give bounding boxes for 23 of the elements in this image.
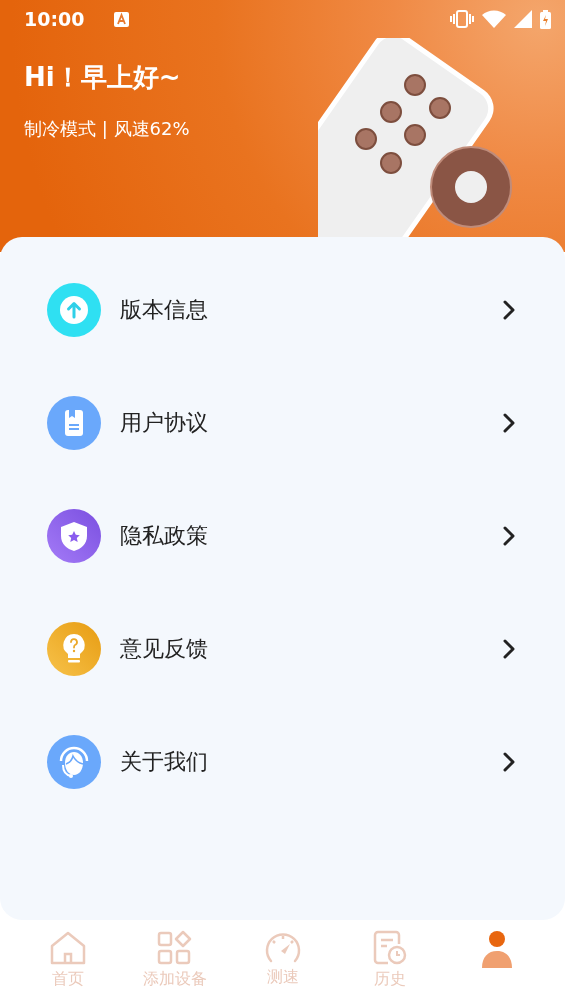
upload-icon xyxy=(47,282,101,337)
signal-icon xyxy=(514,10,532,28)
menu-item-label[interactable]: 意见反馈 xyxy=(120,633,208,664)
menu-item-label[interactable]: 用户协议 xyxy=(120,407,208,438)
chevron-icon xyxy=(503,751,515,772)
chevron-icon xyxy=(503,525,515,546)
menu-item-label[interactable]: 隐私政策 xyxy=(120,520,208,551)
headset-icon xyxy=(47,734,101,789)
lightbulb-icon xyxy=(47,621,101,676)
battery-icon xyxy=(540,9,551,29)
vibrate-icon xyxy=(450,10,474,28)
document-icon xyxy=(47,395,101,450)
wifi-icon xyxy=(482,10,506,28)
mode-status-text: 制冷模式 | 风速62% xyxy=(24,117,191,141)
status-time: 10:00 xyxy=(24,8,85,30)
greeting-text: Hi！早上好~ xyxy=(24,61,182,94)
chevron-icon xyxy=(503,299,515,320)
shield-icon xyxy=(47,508,101,563)
notification-icon xyxy=(114,11,130,27)
chevron-icon xyxy=(503,412,515,433)
menu-item-label[interactable]: 版本信息 xyxy=(120,294,208,325)
menu-item-label[interactable]: 关于我们 xyxy=(120,746,208,777)
chevron-icon xyxy=(503,638,515,659)
